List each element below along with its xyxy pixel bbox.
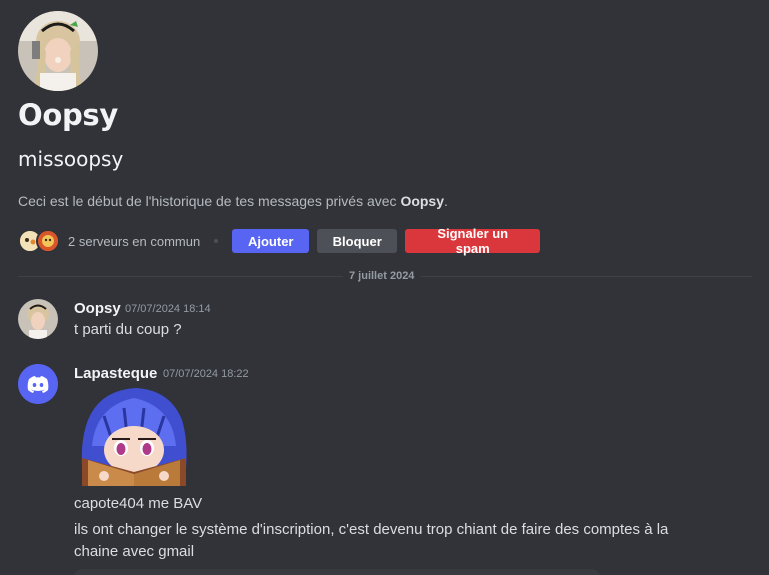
separator-dot [214,239,219,243]
intro-suffix: . [444,193,448,209]
discord-logo-icon [18,364,58,404]
profile-username: missoopsy [18,147,124,171]
message-text: t parti du coup ? [74,321,182,338]
anime-sticker[interactable] [74,386,194,486]
message-text: capote404 me BAV [74,495,203,512]
intro-prefix: Ceci est le début de l'historique de tes… [18,193,401,209]
message-timestamp: 07/07/2024 18:14 [125,303,211,315]
dm-intro-text: Ceci est le début de l'historique de tes… [18,193,448,209]
message-composer[interactable] [74,569,600,575]
message-text: chaine avec gmail [74,543,195,560]
report-spam-button[interactable]: Signaler un spam [405,226,541,256]
message-avatar[interactable] [18,364,58,404]
message-text: ils ont changer le système d'inscription… [74,521,669,538]
message-timestamp: 07/07/2024 18:22 [163,368,249,380]
intro-name: Oopsy [400,193,445,209]
message-author[interactable]: Oopsy [74,300,121,317]
block-button[interactable]: Bloquer [317,229,398,253]
message-author[interactable]: Lapasteque [74,365,157,382]
dm-channel: Oopsy missoopsy Ceci est le début de l'h… [0,0,769,575]
mutual-servers-link[interactable]: 2 serveurs en commun [68,234,200,249]
profile-avatar[interactable] [18,11,98,91]
profile-actions: 2 serveurs en commun Ajouter Bloquer Sig… [18,226,548,256]
message-avatar[interactable] [18,299,58,339]
date-divider-label: 7 juillet 2024 [343,270,421,282]
server-icon [36,229,60,253]
profile-display-name: Oopsy [18,98,119,132]
add-friend-button[interactable]: Ajouter [232,229,310,253]
mutual-servers-icons[interactable] [18,229,64,253]
